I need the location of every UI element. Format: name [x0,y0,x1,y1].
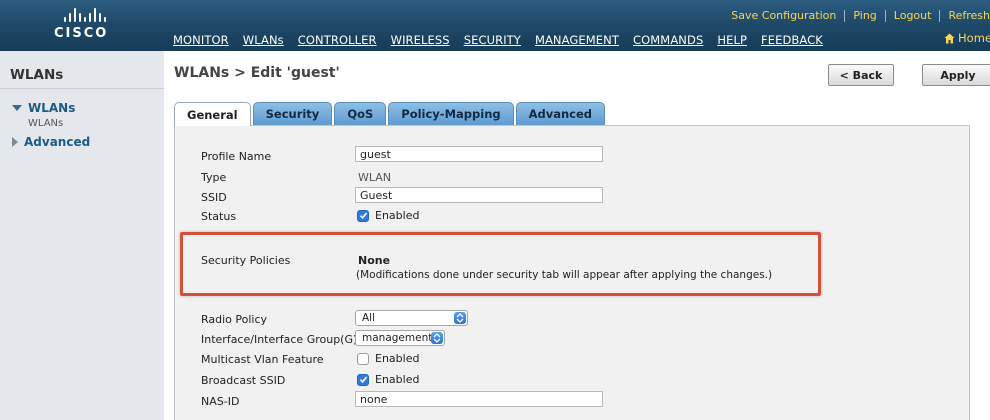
sidebar-item-label: Advanced [24,135,91,149]
profile-name-label: Profile Name [201,150,272,163]
nav-wireless[interactable]: WIRELESS [391,33,450,47]
multicast-vlan-checkbox[interactable]: Enabled [357,352,419,365]
home-label: Home [958,31,990,45]
radio-policy-label: Radio Policy [201,313,268,326]
cisco-logo-bars-icon [64,8,164,22]
refresh-link[interactable]: Refresh [940,9,990,22]
sidebar: WLANs WLANs WLANs Advanced [0,51,164,420]
type-value: WLAN [358,171,392,184]
home-icon [944,33,955,44]
back-button[interactable]: < Back [828,64,894,86]
multicast-vlan-enabled-text: Enabled [375,352,420,365]
main-nav: MONITOR WLANs CONTROLLER WIRELESS SECURI… [173,33,837,47]
sidebar-item-wlans[interactable]: WLANs [12,101,75,115]
nav-help[interactable]: HELP [717,33,747,47]
checkbox-checked-icon [357,209,369,222]
sidebar-divider [0,88,164,89]
ssid-label: SSID [201,191,227,204]
home-link[interactable]: Home [944,31,990,45]
security-policies-note: (Modifications done under security tab w… [356,269,773,281]
tab-security[interactable]: Security [252,102,333,125]
sidebar-subitem-wlans[interactable]: WLANs [28,118,63,129]
tab-qos[interactable]: QoS [334,102,387,125]
interface-group-select[interactable]: management [355,330,445,346]
security-policies-value: None [358,254,391,267]
content-header: WLANs > Edit 'guest' < Back Apply [164,51,990,99]
type-label: Type [201,171,227,184]
tab-general[interactable]: General [174,102,251,126]
nav-monitor[interactable]: MONITOR [173,33,229,47]
radio-policy-selected: All [362,312,376,324]
tab-policy-mapping[interactable]: Policy-Mapping [388,102,514,125]
select-arrow-icon [431,332,443,344]
broadcast-ssid-label: Broadcast SSID [201,374,286,387]
save-configuration-link[interactable]: Save Configuration [723,9,844,22]
nas-id-label: NAS-ID [201,395,240,408]
nas-id-field[interactable]: none [355,391,603,407]
sidebar-item-label: WLANs [28,101,76,115]
nav-feedback[interactable]: FEEDBACK [761,33,823,47]
tab-bar: General Security QoS Policy-Mapping Adva… [174,102,606,126]
top-header: CISCO Save Configuration Ping Logout Ref… [0,0,990,51]
apply-button[interactable]: Apply [922,64,990,86]
logout-link[interactable]: Logout [886,9,940,22]
cisco-logo[interactable]: CISCO [54,8,164,48]
security-policies-label: Security Policies [201,254,291,267]
nav-security[interactable]: SECURITY [464,33,521,47]
sidebar-title: WLANs [10,67,64,83]
cisco-logo-text: CISCO [54,26,109,41]
status-label: Status [201,210,237,223]
nav-wlans[interactable]: WLANs [243,33,284,47]
utility-links: Save Configuration Ping Logout Refresh [723,9,990,22]
profile-name-field[interactable]: guest [355,146,603,162]
status-checkbox[interactable]: Enabled [357,209,419,222]
checkbox-checked-icon [357,373,369,386]
broadcast-ssid-enabled-text: Enabled [375,373,420,386]
tab-advanced[interactable]: Advanced [515,102,606,125]
sidebar-item-advanced[interactable]: Advanced [12,135,90,149]
checkbox-unchecked-icon [357,352,369,365]
select-arrow-icon [454,312,466,324]
interface-group-label: Interface/Interface Group(G) [201,333,358,346]
ping-link[interactable]: Ping [845,9,884,22]
nav-controller[interactable]: CONTROLLER [298,33,377,47]
page-title: WLANs > Edit 'guest' [174,65,340,81]
status-enabled-text: Enabled [375,209,420,222]
multicast-vlan-label: Multicast Vlan Feature [201,353,324,366]
nav-commands[interactable]: COMMANDS [633,33,703,47]
radio-policy-select[interactable]: All [355,310,468,326]
ssid-field[interactable]: Guest [355,187,603,203]
nav-management[interactable]: MANAGEMENT [535,33,619,47]
interface-group-selected: management [362,332,433,344]
collapse-arrow-right-icon [12,137,18,147]
expand-arrow-down-icon [12,105,22,111]
broadcast-ssid-checkbox[interactable]: Enabled [357,373,419,386]
